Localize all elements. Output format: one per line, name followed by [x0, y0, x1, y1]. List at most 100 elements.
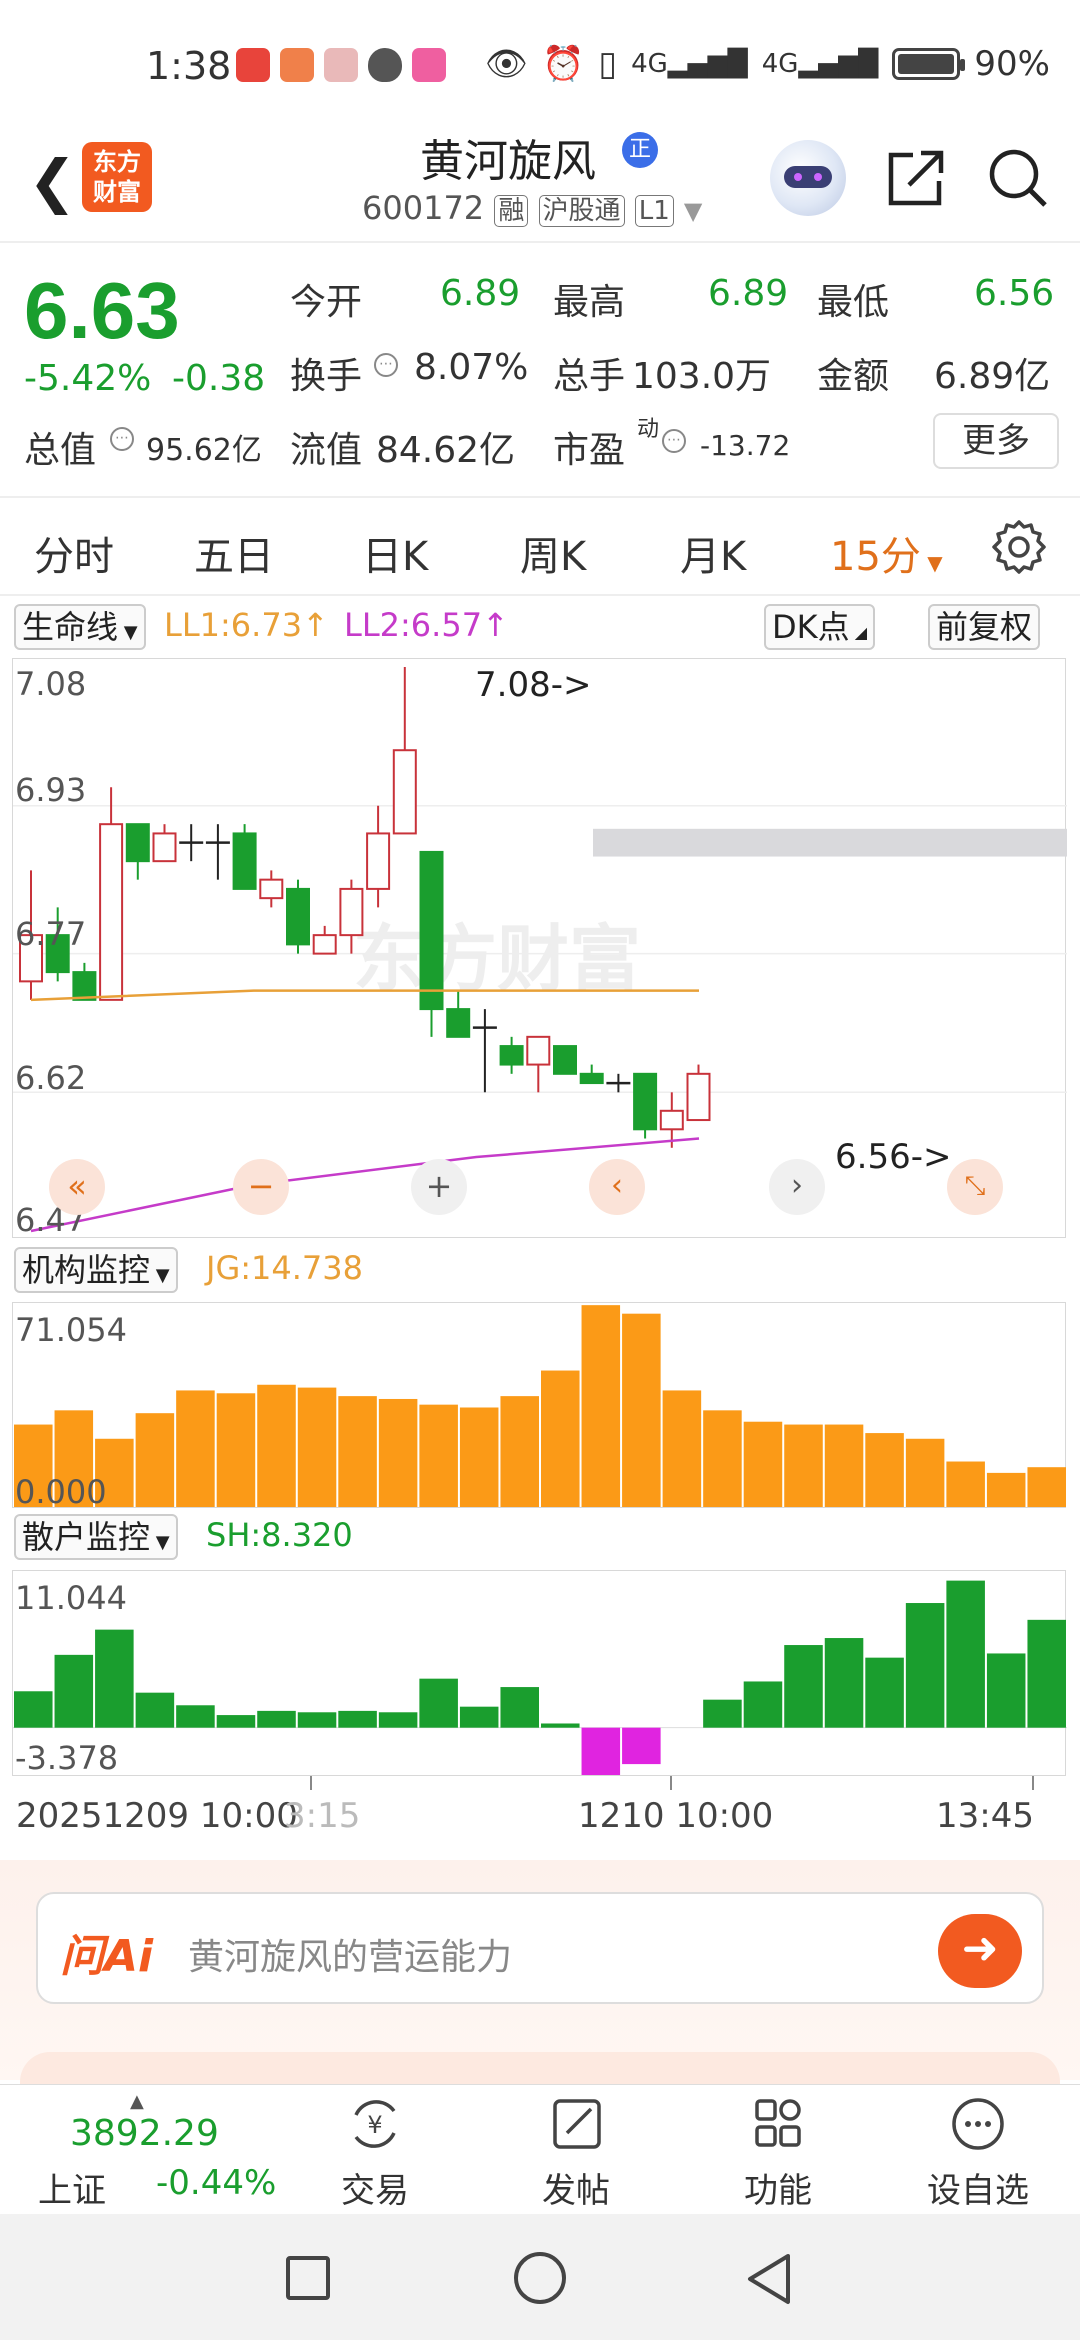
scroll-left-icon[interactable]: ‹	[589, 1159, 645, 1215]
float-value: 84.62亿	[376, 430, 516, 471]
ai-prompt[interactable]: 黄河旋风的营运能力	[188, 1928, 512, 1980]
tag-level: L1	[634, 195, 674, 227]
volume-value: 103.0万	[632, 356, 772, 397]
dk-point-select[interactable]: DK点 ◢	[764, 604, 876, 650]
indicator-select-institution[interactable]: 机构监控 ▼	[14, 1247, 178, 1293]
home-icon[interactable]	[514, 2252, 566, 2304]
current-price: 6.63	[24, 266, 180, 355]
volume-label: 总手	[553, 356, 626, 397]
nav-trade[interactable]: ¥ 交易	[315, 2095, 435, 2212]
info-icon[interactable]: ⋯	[374, 353, 398, 377]
indicator-select-retail[interactable]: 散户监控 ▼	[14, 1514, 178, 1560]
indicator-select-main[interactable]: 生命线 ▼	[14, 604, 146, 650]
tab-daily-k[interactable]: 日K	[362, 524, 428, 582]
indicator-bar	[784, 1645, 823, 1728]
tab-weekly-k[interactable]: 周K	[520, 524, 586, 582]
indicator-bar	[176, 1705, 215, 1728]
index-name[interactable]: 上证	[38, 2163, 106, 2212]
zoom-in-icon[interactable]: +	[411, 1159, 467, 1215]
pe-label: 市盈	[553, 430, 626, 471]
back-icon[interactable]: ❮	[28, 147, 77, 215]
resistance-band	[593, 828, 1067, 857]
candle-body	[419, 850, 444, 1011]
app-notification-icon	[280, 48, 314, 82]
candle-body	[72, 971, 97, 1001]
mcap-value: 95.62亿	[146, 433, 262, 468]
search-icon[interactable]	[985, 145, 1051, 211]
candle-body	[633, 1072, 658, 1131]
nav-add-watchlist[interactable]: 设自选	[918, 2095, 1038, 2212]
nav-functions[interactable]: 功能	[718, 2095, 838, 2212]
eye-icon: 👁	[484, 44, 529, 84]
institution-chart[interactable]: 71.054 0.000	[12, 1302, 1066, 1511]
retail-chart[interactable]: 11.044 -3.378	[12, 1570, 1067, 1777]
indicator-bar	[703, 1410, 742, 1507]
kline-chart[interactable]: 东方财富 7.08 6.93 6.77 6.62 6.47 7.08-> 6.5…	[12, 658, 1067, 1239]
more-button[interactable]: 更多	[933, 413, 1059, 469]
watermark: 东方财富	[353, 917, 641, 1001]
battery-icon	[892, 48, 966, 80]
open-value: 6.89	[440, 273, 521, 314]
adjust-select[interactable]: 前复权	[928, 604, 1041, 650]
open-label: 今开	[290, 282, 363, 323]
chevron-down-icon: ▼	[683, 197, 703, 225]
indicator-bar	[176, 1390, 215, 1507]
recent-apps-icon[interactable]	[286, 2256, 330, 2300]
high-annotation: 7.08->	[475, 665, 592, 705]
yen-exchange-icon: ¥	[354, 2100, 396, 2148]
indicator-bar	[338, 1710, 377, 1728]
indicator-bar	[784, 1424, 823, 1507]
huawei-app-icon	[236, 48, 270, 82]
tab-five-day[interactable]: 五日	[194, 524, 274, 582]
candle-body	[99, 823, 124, 1001]
fullscreen-icon[interactable]: ⤡	[947, 1159, 1003, 1215]
indicator-bar	[297, 1712, 337, 1728]
candle-body	[125, 823, 150, 863]
indicator-bar	[905, 1438, 945, 1507]
battery-percent: 90%	[974, 44, 1050, 84]
indicator-bar	[703, 1699, 742, 1728]
indicator-bar	[1027, 1619, 1066, 1728]
stock-code: 600172	[362, 189, 485, 227]
chevron-up-icon[interactable]: ▲	[130, 2091, 144, 2112]
arrow-right-icon[interactable]: ➜	[938, 1914, 1022, 1988]
ai-robot-icon[interactable]	[770, 140, 846, 216]
index-value[interactable]: 3892.29	[70, 2113, 219, 2154]
low-label: 最低	[817, 282, 890, 323]
indicator-bar	[541, 1723, 580, 1728]
scroll-right-icon[interactable]: ›	[769, 1159, 825, 1215]
status-bar: 1:38 👁 ⏰ ▯ 4G▂▄▆█ 4G▂▄▆█ 90%	[0, 0, 1080, 125]
tab-monthly-k[interactable]: 月K	[680, 524, 746, 582]
indicator-bar	[622, 1313, 661, 1507]
info-icon[interactable]: ⋯	[110, 427, 134, 451]
indicator-bar	[743, 1421, 783, 1507]
candle-body	[686, 1072, 711, 1122]
indicator-bar	[378, 1712, 418, 1728]
tab-intraday[interactable]: 分时	[34, 524, 114, 582]
stock-header: ❮ 东方 财富 黄河旋风 正 600172 融 沪股通 L1 ▼	[0, 125, 1080, 243]
edit-icon	[553, 2099, 601, 2149]
scroll-left-fast-icon[interactable]: «	[49, 1159, 105, 1215]
indicator-bar	[905, 1603, 945, 1728]
zoom-out-icon[interactable]: −	[233, 1159, 289, 1215]
app-logo[interactable]: 东方 财富	[82, 142, 152, 212]
grid-icon	[755, 2099, 801, 2147]
candle-body	[259, 878, 284, 900]
share-icon[interactable]	[885, 147, 947, 209]
app-notification-icon	[412, 48, 446, 82]
tab-15min[interactable]: 15分 ▼	[830, 524, 943, 582]
gear-icon[interactable]	[990, 518, 1048, 576]
indicator-bar	[946, 1461, 985, 1507]
high-value: 6.89	[708, 273, 789, 314]
indicator-bar	[338, 1396, 377, 1507]
candle-body	[446, 1008, 471, 1038]
nav-post[interactable]: 发帖	[516, 2095, 636, 2212]
candle-body	[579, 1072, 604, 1085]
mcap-label: 总值	[24, 430, 97, 471]
y-tick: 71.054	[15, 1311, 127, 1349]
indicator-bar	[946, 1580, 985, 1728]
stock-code-row[interactable]: 600172 融 沪股通 L1 ▼	[362, 189, 702, 227]
back-nav-icon[interactable]	[744, 2252, 794, 2306]
ai-search-box[interactable]: 问Ai 黄河旋风的营运能力 ➜	[36, 1892, 1044, 2004]
info-icon[interactable]: ⋯	[662, 429, 686, 453]
